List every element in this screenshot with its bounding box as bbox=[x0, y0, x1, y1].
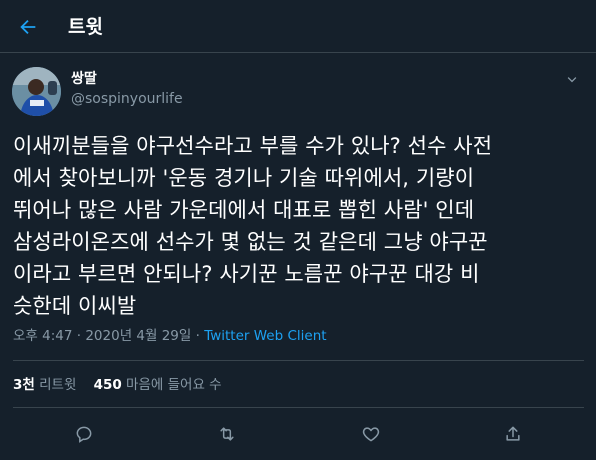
tweet-line: 이새끼분들을 야구선수라고 부를 수가 있나? 선수 사전 bbox=[13, 134, 493, 158]
tweet-stats: 3천 리트윗 450 마음에 들어요 수 bbox=[13, 376, 222, 394]
chevron-down-icon bbox=[567, 77, 577, 83]
tweet-line: 이라고 부르면 안되나? 사기꾼 노름꾼 야구꾼 대강 비 bbox=[13, 262, 480, 286]
back-button[interactable] bbox=[10, 9, 46, 45]
share-icon bbox=[506, 426, 520, 441]
likes-stat[interactable]: 450 마음에 들어요 수 bbox=[94, 377, 222, 393]
like-label: 마음에 들어요 수 bbox=[126, 377, 222, 393]
tweet-line: 뛰어나 많은 사람 가운데에서 대표로 뽑힌 사람' 인데 bbox=[13, 198, 475, 222]
tweet-date[interactable]: 2020년 4월 29일 bbox=[85, 328, 191, 344]
tweet-text: 이새끼분들을 야구선수라고 부를 수가 있나? 선수 사전 에서 찾아보니까 '… bbox=[13, 130, 588, 322]
tweet-line: 슷한데 이씨발 bbox=[13, 294, 137, 318]
retweet-icon bbox=[220, 427, 234, 441]
display-name[interactable]: 쌍딸 bbox=[71, 70, 97, 88]
top-bar: 트윗 bbox=[0, 0, 596, 53]
retweet-count: 3천 bbox=[13, 377, 35, 393]
tweet-line: 에서 찾아보니까 '운동 경기나 기술 따위에서, 기량이 bbox=[13, 166, 475, 190]
heart-icon bbox=[362, 427, 380, 442]
retweet-label: 리트윗 bbox=[39, 377, 77, 393]
more-options-button[interactable] bbox=[560, 68, 584, 92]
meta-separator: · bbox=[76, 328, 82, 344]
like-count: 450 bbox=[93, 377, 122, 393]
user-handle[interactable]: @sospinyourlife bbox=[71, 90, 183, 108]
action-bar bbox=[0, 420, 596, 450]
share-button[interactable] bbox=[498, 420, 528, 448]
client-link[interactable]: Twitter Web Client bbox=[204, 328, 326, 344]
tweet-line: 삼성라이온즈에 선수가 몇 없는 것 같은데 그냥 야구꾼 bbox=[13, 230, 488, 254]
like-button[interactable] bbox=[356, 420, 386, 448]
divider bbox=[13, 407, 584, 408]
reply-button[interactable] bbox=[69, 420, 99, 448]
meta-separator: · bbox=[195, 328, 200, 344]
reply-icon bbox=[76, 426, 92, 443]
divider bbox=[13, 360, 584, 361]
tweet-meta: 오후 4:47 · 2020년 4월 29일 · Twitter Web Cli… bbox=[13, 327, 327, 345]
retweet-button[interactable] bbox=[212, 420, 242, 448]
avatar[interactable] bbox=[12, 67, 61, 116]
arrow-left-icon bbox=[20, 19, 36, 35]
page-title: 트윗 bbox=[68, 16, 103, 38]
tweet-time[interactable]: 오후 4:47 bbox=[13, 328, 72, 344]
retweets-stat[interactable]: 3천 리트윗 bbox=[13, 377, 81, 393]
